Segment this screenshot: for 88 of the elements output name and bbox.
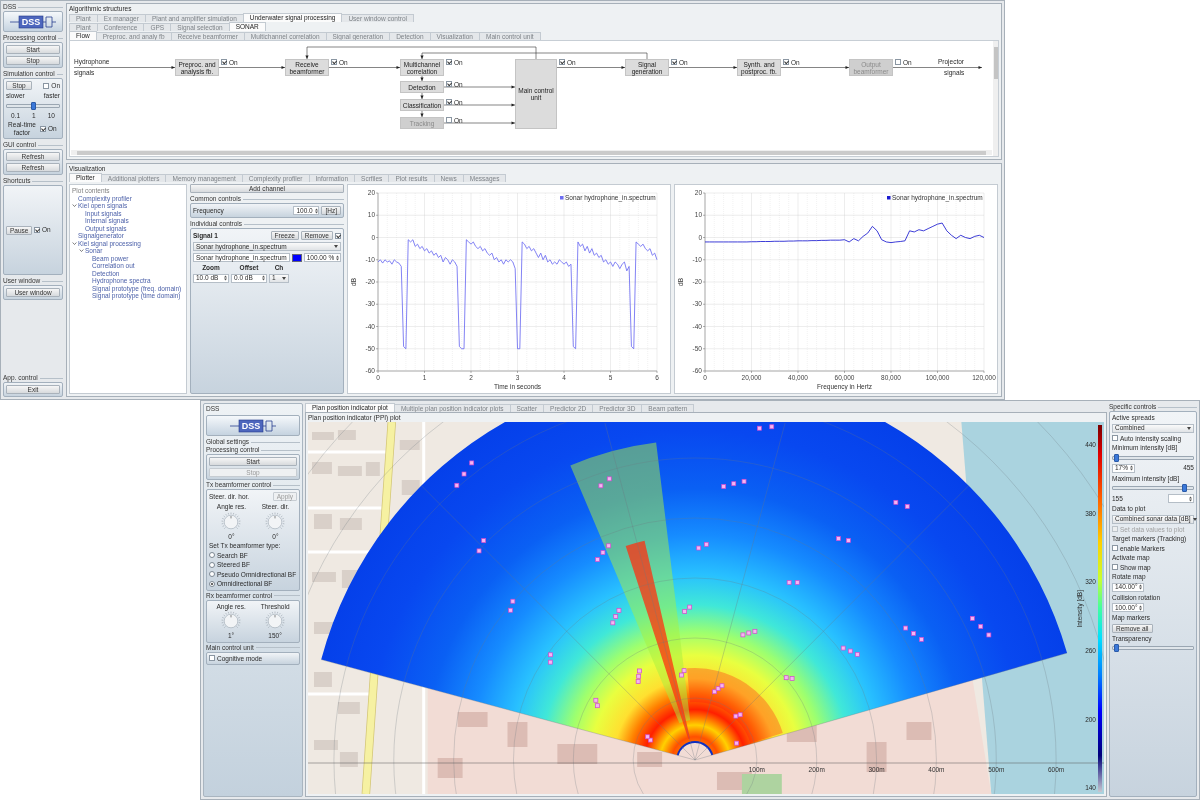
target-marker-icon — [508, 607, 513, 613]
slider-thumb[interactable] — [1182, 484, 1187, 492]
flow-arrow — [420, 110, 424, 118]
spin-arrows-icon — [262, 275, 265, 281]
chevron-down-icon[interactable] — [72, 240, 77, 246]
slider-thumb[interactable] — [1114, 453, 1120, 462]
dss-logo: DSS — [9, 13, 57, 30]
caret-icon — [282, 276, 286, 280]
target-marker-icon — [731, 481, 737, 487]
target-marker-icon — [794, 580, 800, 585]
target-marker-icon — [741, 478, 747, 484]
checkbox[interactable] — [209, 655, 215, 662]
flow-arrow — [556, 65, 626, 70]
target-marker-icon — [978, 624, 984, 629]
checkbox[interactable] — [1112, 435, 1118, 442]
checkbox[interactable] — [446, 59, 452, 65]
spin-arrows-icon — [1189, 495, 1192, 502]
spin-arrows-icon — [336, 254, 340, 261]
radio-button[interactable] — [209, 561, 215, 568]
flow-arrow — [420, 92, 424, 100]
inner-ring — [676, 741, 714, 756]
target-marker-icon — [481, 538, 487, 543]
target-marker-icon — [893, 499, 899, 505]
checkbox[interactable] — [783, 59, 789, 65]
spin-arrows-icon — [1139, 584, 1143, 590]
flow-arrow — [780, 65, 850, 70]
target-marker-icon — [476, 548, 482, 554]
target-marker-icon — [836, 536, 841, 541]
caret-icon — [1192, 517, 1197, 521]
slider-thumb[interactable] — [30, 101, 36, 110]
chevron-down-icon[interactable] — [79, 248, 84, 254]
horizontal-scrollbar[interactable] — [71, 150, 992, 155]
slider-track[interactable] — [1112, 646, 1194, 650]
target-marker-icon — [903, 625, 908, 631]
spin-box[interactable] — [1168, 494, 1194, 503]
checkbox[interactable] — [1112, 564, 1118, 571]
caret-icon — [334, 245, 338, 248]
slider-track[interactable] — [6, 103, 60, 108]
checkbox[interactable] — [40, 125, 46, 132]
slider-track[interactable] — [1112, 486, 1194, 490]
checkbox[interactable] — [671, 59, 677, 65]
target-marker-icon — [846, 538, 851, 543]
spin-arrows-icon — [1139, 604, 1143, 611]
checkbox[interactable] — [446, 99, 452, 105]
slider-thumb[interactable] — [1114, 644, 1120, 652]
spin-arrows-icon — [314, 207, 318, 214]
target-marker-icon — [970, 616, 975, 621]
checkbox[interactable] — [1112, 545, 1118, 552]
spin-arrows-icon — [224, 275, 227, 281]
checkbox[interactable] — [331, 59, 337, 65]
checkbox[interactable] — [446, 81, 452, 87]
flow-arrow — [218, 65, 286, 70]
checkbox[interactable] — [446, 117, 452, 123]
checkbox[interactable] — [34, 227, 40, 233]
radio-button[interactable] — [209, 552, 215, 559]
caret-icon — [1187, 426, 1191, 430]
checkbox[interactable] — [221, 59, 227, 65]
checkbox[interactable] — [895, 59, 901, 65]
target-marker-icon — [598, 483, 604, 489]
target-marker-icon — [855, 652, 860, 657]
radio-button[interactable] — [209, 580, 215, 587]
target-marker-icon — [911, 631, 916, 636]
slider-track[interactable] — [1112, 455, 1194, 460]
target-marker-icon — [595, 557, 600, 562]
target-marker-icon — [734, 740, 739, 746]
target-marker-icon — [757, 425, 762, 431]
flow-arrow — [420, 75, 424, 82]
target-marker-icon — [510, 598, 516, 604]
target-marker-icon — [606, 476, 612, 482]
chevron-down-icon[interactable] — [72, 203, 77, 209]
target-marker-icon — [461, 471, 467, 477]
target-marker-icon — [769, 424, 775, 430]
flow-arrow — [668, 65, 738, 70]
checkbox[interactable] — [43, 82, 50, 89]
target-marker-icon — [454, 482, 460, 488]
spin-arrows-icon — [1130, 465, 1133, 471]
target-marker-icon — [721, 484, 727, 489]
target-marker-icon — [986, 632, 992, 638]
target-marker-icon — [904, 504, 910, 509]
checkbox[interactable] — [559, 59, 565, 65]
vertical-scrollbar[interactable] — [993, 41, 998, 156]
checkbox[interactable] — [335, 232, 341, 239]
color-swatch-icon[interactable] — [291, 253, 302, 262]
target-marker-icon — [469, 460, 475, 466]
target-marker-icon — [919, 637, 924, 642]
radio-button[interactable] — [209, 571, 215, 578]
dss-logo: DSS — [229, 417, 277, 434]
target-marker-icon — [786, 580, 792, 585]
